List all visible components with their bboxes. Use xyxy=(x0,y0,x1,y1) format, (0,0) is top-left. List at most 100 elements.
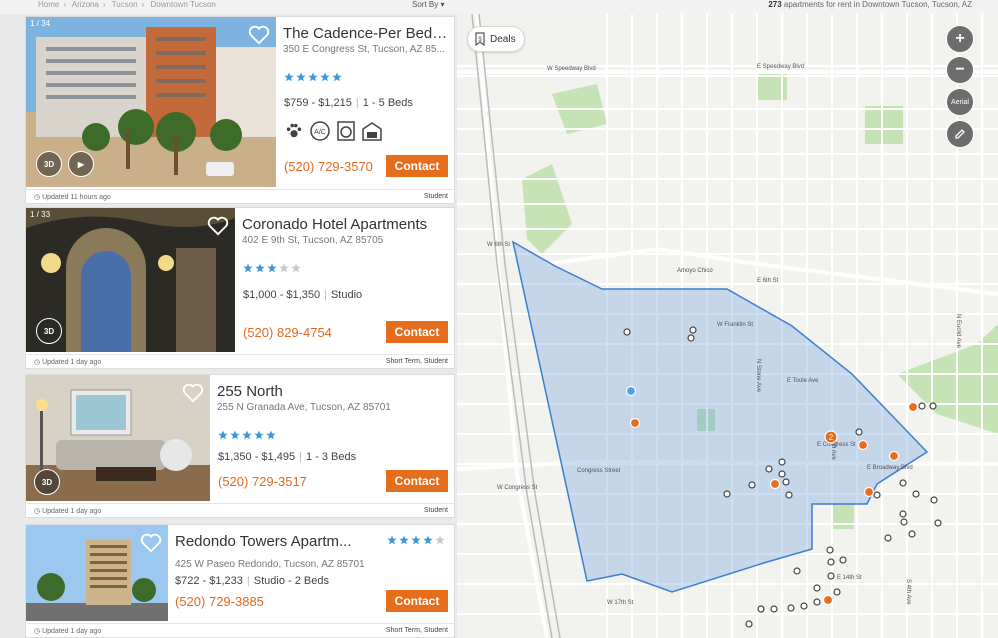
star-icon xyxy=(387,535,397,545)
listing-tags: Student xyxy=(423,193,448,200)
listing-name[interactable]: Redondo Towers Apartm... xyxy=(175,533,365,550)
star-icon xyxy=(399,535,409,545)
star-icon xyxy=(423,535,433,545)
breadcrumb-home[interactable]: Home xyxy=(38,0,59,9)
rating-stars xyxy=(284,72,342,82)
phone-number[interactable]: (520) 729-3570 xyxy=(284,159,373,174)
sort-label: Sort By xyxy=(412,0,439,9)
street-label: Amoyo Chico xyxy=(677,268,713,274)
street-label: E 6th St xyxy=(757,278,779,284)
updated-text: Updated 1 day ago xyxy=(42,359,102,366)
star-icon xyxy=(266,430,276,440)
phone-number[interactable]: (520) 729-3517 xyxy=(218,474,307,489)
rating-stars xyxy=(387,535,445,545)
price-range: $722 - $1,233 | Studio - 2 Beds xyxy=(175,575,329,587)
results-text: apartments for rent in Downtown Tucson, … xyxy=(783,0,972,9)
star-icon xyxy=(296,72,306,82)
top-bar: Home › Arizona › Tucson › Downtown Tucson S… xyxy=(0,0,998,14)
beds-text: 1 - 3 Beds xyxy=(305,451,357,463)
contact-button[interactable]: Contact xyxy=(386,155,448,177)
star-icon xyxy=(255,263,265,273)
listing-card[interactable]: 1 / 34 3D ▶ The Cadence-Per Bed L... 350… xyxy=(25,16,455,204)
results-count: 273 apartments for rent in Downtown Tucs… xyxy=(768,0,972,10)
map-pin-selected[interactable] xyxy=(625,385,637,397)
star-icon xyxy=(243,263,253,273)
beds-text: Studio xyxy=(330,289,363,301)
results-number: 273 xyxy=(768,0,782,9)
contact-button[interactable]: Contact xyxy=(386,470,448,492)
deals-filter-button[interactable]: $ Deals xyxy=(467,26,525,52)
aerial-view-button[interactable]: Aerial xyxy=(946,88,974,116)
star-icon xyxy=(218,430,228,440)
breadcrumb-city[interactable]: Tucson xyxy=(112,0,138,9)
price-text: $759 - $1,215 xyxy=(284,97,352,109)
listing-address: 255 N Granada Ave, Tucson, AZ 85701 xyxy=(217,402,391,413)
paw-icon xyxy=(284,121,304,141)
breadcrumb-state[interactable]: Arizona xyxy=(72,0,99,9)
star-icon xyxy=(230,430,240,440)
price-text: $1,000 - $1,350 xyxy=(243,289,321,301)
3d-tour-button[interactable]: 3D xyxy=(36,151,62,177)
contact-button[interactable]: Contact xyxy=(386,321,448,343)
rating-stars xyxy=(218,430,276,440)
listing-card[interactable]: Redondo Towers Apartm... 425 W Paseo Red… xyxy=(25,524,455,638)
3d-tour-button[interactable]: 3D xyxy=(36,318,62,344)
listing-name[interactable]: 255 North xyxy=(217,383,447,400)
listing-name[interactable]: Coronado Hotel Apartments xyxy=(242,216,442,233)
star-icon xyxy=(435,535,445,545)
phone-number[interactable]: (520) 729-3885 xyxy=(175,594,264,609)
sort-by-dropdown[interactable]: Sort By ▾ xyxy=(412,0,444,10)
favorite-heart-icon[interactable] xyxy=(140,533,162,553)
photo-counter: 1 / 33 xyxy=(30,210,51,219)
phone-number[interactable]: (520) 829-4754 xyxy=(243,325,332,340)
listing-photo[interactable]: 1 / 33 3D xyxy=(26,208,235,352)
star-icon xyxy=(267,263,277,273)
star-icon xyxy=(279,263,289,273)
star-icon xyxy=(284,72,294,82)
favorite-heart-icon[interactable] xyxy=(248,25,270,45)
star-icon xyxy=(411,535,421,545)
listing-photo[interactable]: 1 / 34 3D ▶ xyxy=(26,17,276,187)
price-text: $722 - $1,233 xyxy=(175,575,243,587)
street-label: W Congress St xyxy=(497,485,538,491)
contact-button[interactable]: Contact xyxy=(386,590,448,612)
listing-name[interactable]: The Cadence-Per Bed L... xyxy=(283,25,451,42)
star-icon xyxy=(332,72,342,82)
photo-counter: 1 / 34 xyxy=(30,19,51,28)
listing-address: 350 E Congress St, Tucson, AZ 85... xyxy=(283,44,445,55)
listing-card[interactable]: 3D 255 North 255 N Granada Ave, Tucson, … xyxy=(25,374,455,518)
street-label: E Speedway Blvd xyxy=(757,64,804,70)
updated-text: Updated 1 day ago xyxy=(42,628,102,635)
zoom-in-button[interactable]: + xyxy=(946,25,974,53)
street-label: N Euclid Ave xyxy=(955,314,961,349)
street-label: N Stone Ave xyxy=(755,359,761,393)
listing-tags: Student xyxy=(423,507,448,514)
star-icon xyxy=(291,263,301,273)
zoom-out-button[interactable]: − xyxy=(946,56,974,84)
listing-card[interactable]: 1 / 33 3D Coronado Hotel Apartments 402 … xyxy=(25,207,455,369)
street-label: S 4th Ave xyxy=(905,579,911,605)
listing-footer: ◷ Updated 11 hours ago Student xyxy=(26,189,454,203)
street-label: Congress Street xyxy=(577,468,621,474)
beds-text: Studio - 2 Beds xyxy=(253,575,329,587)
video-play-button[interactable]: ▶ xyxy=(68,151,94,177)
tag-icon: $ xyxy=(475,32,485,46)
updated-time: ◷ Updated 11 hours ago xyxy=(34,194,111,201)
draw-pencil-icon[interactable] xyxy=(946,120,974,148)
laundry-icon xyxy=(336,121,356,141)
map-canvas[interactable]: W Speedway Blvd E Speedway Blvd W 6th St… xyxy=(457,14,998,638)
favorite-heart-icon[interactable] xyxy=(182,383,204,403)
price-range: $759 - $1,215 | 1 - 5 Beds xyxy=(284,97,413,109)
price-text: $1,350 - $1,495 xyxy=(218,451,296,463)
street-label: W 17th St xyxy=(607,600,634,606)
cluster-count: 2 xyxy=(829,433,834,442)
updated-text: Updated 11 hours ago xyxy=(42,194,111,201)
favorite-heart-icon[interactable] xyxy=(207,216,229,236)
garage-icon xyxy=(362,121,382,141)
star-icon xyxy=(254,430,264,440)
breadcrumb-neighborhood[interactable]: Downtown Tucson xyxy=(151,0,216,9)
3d-tour-button[interactable]: 3D xyxy=(34,469,60,495)
star-icon xyxy=(308,72,318,82)
price-range: $1,350 - $1,495 | 1 - 3 Beds xyxy=(218,451,357,463)
map-panel[interactable]: W Speedway Blvd E Speedway Blvd W 6th St… xyxy=(457,14,998,638)
